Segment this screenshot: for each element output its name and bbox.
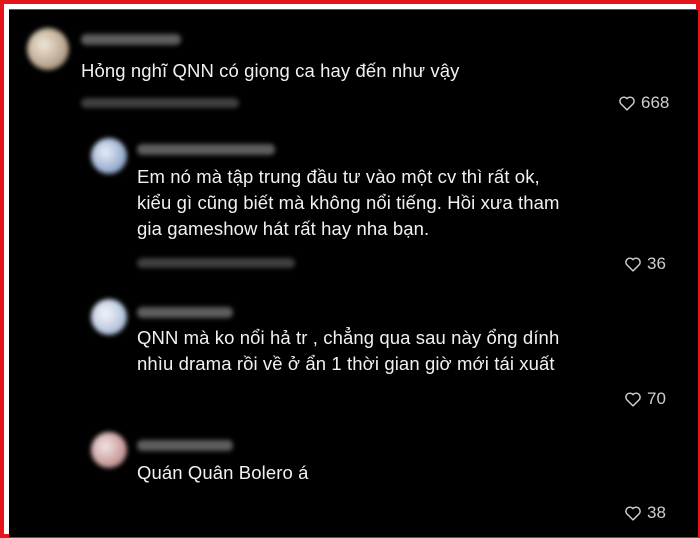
username[interactable] (137, 307, 233, 318)
heart-outline-icon (625, 257, 641, 272)
heart-outline-icon (625, 392, 641, 407)
username[interactable] (81, 34, 181, 45)
like-count: 38 (647, 503, 666, 522)
like-count: 668 (641, 93, 670, 112)
heart-outline-icon (625, 506, 641, 521)
like-count: 70 (647, 389, 666, 408)
reply-item: Quán Quân Bolero á 38 (9, 428, 698, 537)
comment-text: Hỏng nghĩ QNN có giọng ca hay đến như vậ… (81, 60, 460, 81)
avatar[interactable] (91, 138, 127, 174)
reply-item: Em nó mà tập trung đầu tư vào một cv thì… (9, 130, 698, 280)
username[interactable] (137, 144, 275, 155)
reply-item: QNN mà ko nổi hả tr , chẳng qua sau này … (9, 295, 698, 425)
like-button[interactable]: 36 (624, 254, 666, 274)
like-button[interactable]: 668 (618, 93, 669, 113)
like-button[interactable]: 38 (624, 503, 666, 523)
comment-thread: Hỏng nghĩ QNN có giọng ca hay đến như vậ… (9, 9, 698, 538)
comment-text: Em nó mà tập trung đầu tư vào một cv thì… (137, 166, 560, 239)
heart-outline-icon (619, 96, 635, 111)
comment-meta (81, 98, 239, 108)
avatar[interactable] (91, 299, 127, 335)
like-button[interactable]: 70 (624, 389, 666, 409)
username[interactable] (137, 440, 233, 451)
image-frame: Hỏng nghĩ QNN có giọng ca hay đến như vậ… (0, 0, 700, 538)
comment-text: QNN mà ko nổi hả tr , chẳng qua sau này … (137, 327, 560, 374)
avatar[interactable] (91, 432, 127, 468)
like-count: 36 (647, 254, 666, 273)
comment-text: Quán Quân Bolero á (137, 462, 309, 483)
avatar[interactable] (27, 28, 69, 70)
comment-item: Hỏng nghĩ QNN có giọng ca hay đến như vậ… (9, 10, 698, 125)
comment-meta (137, 258, 295, 268)
